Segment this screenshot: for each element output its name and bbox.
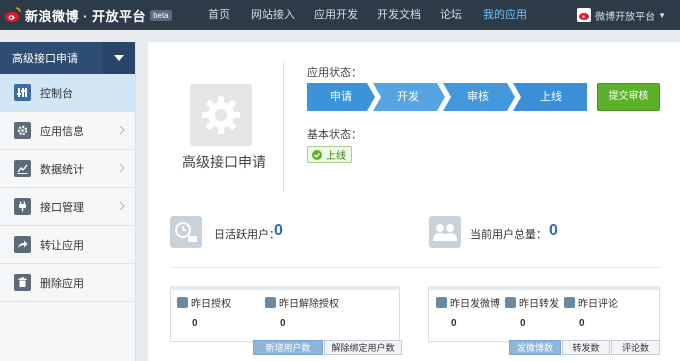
nav-docs[interactable]: 开发文档 <box>377 0 421 30</box>
sidebar-item-label: 数据统计 <box>40 163 84 176</box>
comment-icon <box>564 297 575 308</box>
submit-review-button[interactable]: 提交审核 <box>597 83 660 111</box>
nav-app-dev[interactable]: 应用开发 <box>314 0 358 30</box>
step-review: 审核 <box>467 91 489 103</box>
app-icon <box>190 84 252 146</box>
panel-col-value: 0 <box>520 318 526 329</box>
brand-title: 新浪微博 · 开放平台 <box>25 8 147 24</box>
step-apply: 申请 <box>330 91 352 103</box>
panel-col-reposts: 昨日转发 <box>505 295 559 310</box>
nav-my-apps[interactable]: 我的应用 <box>483 0 527 30</box>
chevron-right-icon <box>119 163 125 173</box>
sidebar-item-transfer-app[interactable]: 转让应用 <box>0 226 135 264</box>
panel-col-comments: 昨日评论 <box>564 295 618 310</box>
status-badge: 上线 <box>307 146 352 163</box>
chart-icon <box>14 160 31 177</box>
horizontal-divider <box>170 267 660 268</box>
total-users-value: 0 <box>549 222 558 239</box>
status-badge-text: 上线 <box>326 151 346 162</box>
panel-col-label: 昨日发微博 <box>450 299 500 310</box>
step-develop: 开发 <box>397 91 419 103</box>
panel-col-unauth: 昨日解除授权 <box>265 295 339 310</box>
auth-stats-panel: 昨日授权 0 昨日解除授权 0 <box>170 286 400 342</box>
nav-website[interactable]: 网站接入 <box>251 0 295 30</box>
sidebar-app-selector[interactable]: 高级接口申请 <box>0 42 135 74</box>
sidebar-header-label: 高级接口申请 <box>12 53 78 65</box>
beta-badge: beta <box>150 9 172 21</box>
app-status-label: 应用状态： <box>307 67 362 79</box>
step-online: 上线 <box>540 91 562 103</box>
panel-col-label: 昨日解除授权 <box>279 299 339 310</box>
clock-user-icon <box>170 216 202 248</box>
chevron-right-icon <box>119 125 125 135</box>
sidebar-item-label: 接口管理 <box>40 201 84 214</box>
user-label: 微博开放平台 <box>595 11 656 23</box>
sidebar-item-label: 转让应用 <box>40 239 84 252</box>
user-menu[interactable]: 微博开放平台 ▼ <box>577 0 666 30</box>
panel-col-auth: 昨日授权 <box>177 295 231 310</box>
panel-col-label: 昨日授权 <box>191 299 231 310</box>
sidebar-item-console[interactable]: 控制台 <box>0 74 135 112</box>
panel-col-posts: 昨日发微博 <box>436 295 500 310</box>
sidebar-item-label: 删除应用 <box>40 277 84 290</box>
plug-icon <box>14 198 31 215</box>
trash-icon <box>14 274 31 291</box>
nav-forum[interactable]: 论坛 <box>440 0 462 30</box>
basic-status-label: 基本状态： <box>307 129 362 141</box>
unlock-icon <box>265 297 276 308</box>
transfer-icon <box>14 236 31 253</box>
top-nav: 新浪微博 · 开放平台 beta 首页 网站接入 应用开发 开发文档 论坛 我的… <box>0 0 680 30</box>
weibo-stats-panel: 昨日发微博 0 昨日转发 0 昨日评论 0 <box>428 286 660 342</box>
brand[interactable]: 新浪微博 · 开放平台 beta <box>4 5 172 25</box>
sidebar: 高级接口申请 控制台 应用信息 数据统计 接口管理 转让应用 删除应用 <box>0 42 136 361</box>
panel-col-label: 昨日评论 <box>578 299 618 310</box>
app-name: 高级接口申请 <box>182 154 266 170</box>
tab-unbind-users[interactable]: 解除绑定用户数 <box>324 340 402 355</box>
check-circle-icon <box>312 149 322 160</box>
main-content: 高级接口申请 应用状态： 申请 开发 审核 上线 提交审核 基本状态： 上线 日… <box>148 42 680 361</box>
daily-active-label: 日活跃用户： <box>214 229 280 241</box>
daily-active-value: 0 <box>274 222 283 239</box>
sidebar-item-statistics[interactable]: 数据统计 <box>0 150 135 188</box>
nav-home[interactable]: 首页 <box>208 0 230 30</box>
sidebar-item-api-management[interactable]: 接口管理 <box>0 188 135 226</box>
panel-col-value: 0 <box>280 318 286 329</box>
panel-col-label: 昨日转发 <box>519 299 559 310</box>
total-users-label: 当前用户总量： <box>470 229 547 241</box>
tab-new-users[interactable]: 新增用户数 <box>253 340 323 355</box>
feed-icon <box>436 297 447 308</box>
chevron-right-icon <box>119 201 125 211</box>
sliders-icon <box>14 84 31 101</box>
key-icon <box>177 297 188 308</box>
gear-icon <box>14 122 31 139</box>
tab-comments[interactable]: 评论数 <box>611 340 660 355</box>
status-steps: 申请 开发 审核 上线 <box>307 83 587 111</box>
weibo-avatar-icon <box>577 8 592 22</box>
tab-reposts[interactable]: 转发数 <box>562 340 610 355</box>
gear-icon <box>202 96 240 134</box>
repost-icon <box>505 297 516 308</box>
panel-col-value: 0 <box>579 318 585 329</box>
chevron-down-icon: ▼ <box>658 10 666 20</box>
sidebar-item-delete-app[interactable]: 删除应用 <box>0 264 135 302</box>
sidebar-item-label: 控制台 <box>40 87 73 100</box>
panel-col-value: 0 <box>451 318 457 329</box>
sidebar-item-label: 应用信息 <box>40 125 84 138</box>
sidebar-item-app-info[interactable]: 应用信息 <box>0 112 135 150</box>
weibo-logo-icon <box>5 7 21 22</box>
tab-posts[interactable]: 发微博数 <box>509 340 561 355</box>
vertical-divider <box>283 62 284 192</box>
panel-col-value: 0 <box>192 318 198 329</box>
users-icon <box>429 216 461 248</box>
chevron-down-icon[interactable] <box>103 42 135 74</box>
